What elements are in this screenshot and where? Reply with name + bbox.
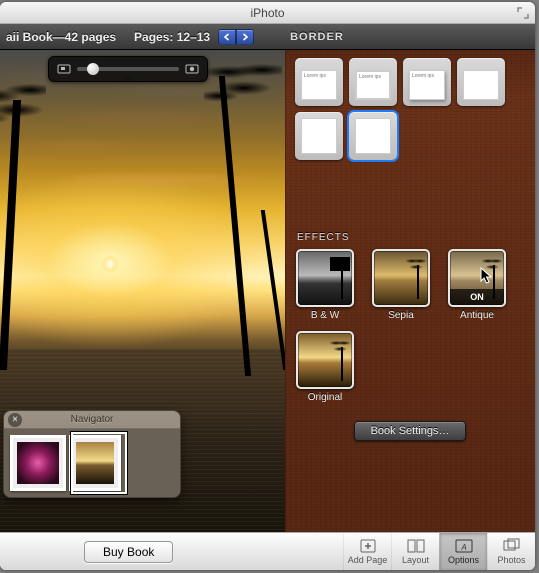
options-panel: Lorem ips Lorem ips Lorem ips EFFECTS B … [285, 50, 535, 532]
effect-antique[interactable]: ON Antique [447, 249, 507, 321]
add-page-button[interactable]: Add Page [343, 533, 391, 570]
border-option-nocap2[interactable] [295, 112, 343, 160]
border-option-nocap1[interactable] [457, 58, 505, 106]
app-title: iPhoto [250, 6, 284, 20]
titlebar: iPhoto [0, 2, 535, 24]
border-section-label: BORDER [254, 31, 529, 43]
zoom-out-icon[interactable] [57, 63, 71, 75]
zoom-slider[interactable] [77, 67, 179, 71]
effect-on-badge: ON [450, 289, 504, 305]
border-option-selected[interactable] [349, 112, 397, 160]
border-option-thin[interactable]: Lorem ips [349, 58, 397, 106]
options-button[interactable]: A Options [439, 533, 487, 570]
navigator-title: × Navigator [4, 411, 180, 429]
effect-original[interactable]: Original [295, 331, 355, 403]
effect-bw[interactable]: B & W [295, 249, 355, 321]
layout-button[interactable]: Layout [391, 533, 439, 570]
prev-page-button[interactable] [218, 29, 236, 45]
effect-sepia[interactable]: Sepia [371, 249, 431, 321]
page-nav [218, 29, 254, 45]
page-canvas[interactable]: × Navigator [0, 50, 285, 532]
content-area: × Navigator Lorem ips Lorem ips Lorem ip… [0, 50, 535, 532]
next-page-button[interactable] [236, 29, 254, 45]
zoom-slider-thumb[interactable] [87, 63, 99, 75]
zoom-popover [48, 56, 208, 82]
cursor-icon [480, 267, 494, 285]
navigator-body [4, 429, 180, 497]
book-header: aii Book—42 pages Pages: 12–13 BORDER [0, 24, 535, 50]
photos-button[interactable]: Photos [487, 533, 535, 570]
window: iPhoto aii Book—42 pages Pages: 12–13 BO… [0, 2, 535, 570]
book-title: aii Book—42 pages [6, 30, 116, 44]
fullscreen-icon[interactable] [517, 7, 529, 19]
navigator-close-button[interactable]: × [8, 413, 22, 427]
navigator-viewport[interactable] [71, 432, 127, 494]
buy-book-button[interactable]: Buy Book [84, 541, 173, 563]
navigator-page-left[interactable] [10, 435, 66, 491]
border-option-shadow[interactable]: Lorem ips [403, 58, 451, 106]
effects-options: B & W Sepia ON Antique [295, 249, 525, 403]
book-settings-button[interactable]: Book Settings… [354, 421, 467, 441]
effects-section-label: EFFECTS [297, 232, 525, 243]
page-indicator: Pages: 12–13 [134, 30, 210, 44]
bottom-toolbar: Buy Book Add Page Layout A Options Photo… [0, 532, 535, 570]
zoom-in-icon[interactable] [185, 63, 199, 75]
navigator-panel[interactable]: × Navigator [3, 410, 181, 498]
border-options: Lorem ips Lorem ips Lorem ips [295, 58, 525, 160]
svg-text:A: A [460, 543, 466, 552]
border-option-plain[interactable]: Lorem ips [295, 58, 343, 106]
